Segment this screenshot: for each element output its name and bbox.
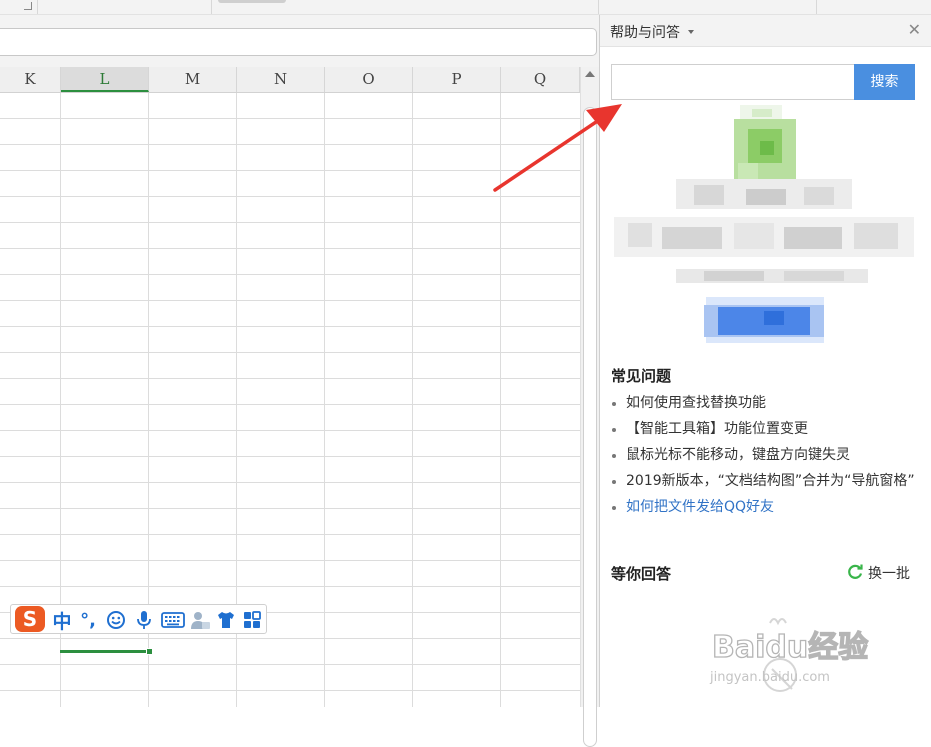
refresh-icon — [848, 564, 863, 579]
faq-item[interactable]: 鼠标光标不能移动，键盘方向键失灵 — [611, 445, 916, 466]
waiting-answers-heading: 等你回答 — [611, 565, 672, 583]
toolbar-separator — [211, 0, 212, 14]
grid-line-horizontal — [0, 690, 580, 691]
grid-line-horizontal — [0, 482, 580, 483]
skin-person-icon[interactable] — [189, 608, 211, 632]
grid-line-vertical — [412, 93, 413, 707]
grid-line-horizontal — [0, 170, 580, 171]
top-toolbar-strip — [0, 0, 931, 15]
refresh-batch-button[interactable]: 换一批 — [846, 563, 910, 583]
grid-line-horizontal — [0, 404, 580, 405]
close-icon[interactable]: ✕ — [908, 22, 921, 38]
toolbar-separator — [37, 0, 38, 14]
fill-handle[interactable] — [146, 648, 153, 655]
faq-item[interactable]: 如何使用查找替换功能 — [611, 393, 916, 414]
punctuation-toggle[interactable]: °, — [77, 608, 99, 632]
toolbar-separator — [816, 0, 817, 14]
column-header-m[interactable]: M — [149, 67, 237, 92]
keyboard-icon[interactable] — [160, 608, 186, 632]
grid-line-horizontal — [0, 248, 580, 249]
grid-line-horizontal — [0, 508, 580, 509]
column-header-p[interactable]: P — [413, 67, 501, 92]
column-header-q[interactable]: Q — [501, 67, 580, 92]
selected-cell-border — [60, 650, 149, 653]
search-button[interactable]: 搜索 — [854, 64, 915, 100]
refresh-label: 换一批 — [868, 566, 910, 582]
watermark-brand-text: Baidu经验 — [712, 630, 868, 665]
grid-line-horizontal — [0, 274, 580, 275]
panel-title[interactable]: 帮助与问答 — [610, 22, 680, 42]
sogou-logo-letter: S — [15, 606, 45, 632]
ime-toolbar[interactable]: S 中 °, — [10, 604, 267, 634]
help-panel: 帮助与问答 ✕ 搜索 常见问题 如何使用查找替换功能 【智能工具箱】功能位置变更… — [599, 15, 931, 707]
grid-line-horizontal — [0, 638, 580, 639]
panel-header: 帮助与问答 ✕ — [600, 15, 931, 47]
grid-line-horizontal — [0, 534, 580, 535]
grid-line-horizontal — [0, 326, 580, 327]
column-header-k[interactable]: K — [0, 67, 61, 92]
grid-line-vertical — [500, 93, 501, 707]
column-header-l[interactable]: L — [61, 67, 149, 92]
microphone-icon[interactable] — [133, 608, 155, 632]
scroll-up-icon[interactable] — [585, 71, 595, 77]
column-headers: K L M N O P Q — [0, 67, 580, 93]
grid-line-horizontal — [0, 352, 580, 353]
column-header-o[interactable]: O — [325, 67, 413, 92]
sheet-tab-indicator[interactable] — [218, 0, 286, 3]
grid-line-horizontal — [0, 300, 580, 301]
grid-line-horizontal — [0, 664, 580, 665]
toolbar-separator — [598, 0, 599, 14]
watermark-url-text: jingyan.baidu.com — [709, 670, 830, 685]
search-input[interactable] — [611, 64, 855, 100]
faq-list: 如何使用查找替换功能 【智能工具箱】功能位置变更 鼠标光标不能移动，键盘方向键失… — [611, 393, 916, 523]
faq-item[interactable]: 【智能工具箱】功能位置变更 — [611, 419, 916, 440]
sogou-logo-icon[interactable]: S — [13, 605, 47, 633]
grid-line-horizontal — [0, 118, 580, 119]
scrollbar-thumb[interactable] — [583, 107, 597, 747]
faq-item[interactable]: 2019新版本，“文档结构图”合并为“导航窗格” — [611, 471, 916, 492]
vertical-scrollbar[interactable] — [580, 67, 600, 747]
faq-item-link[interactable]: 如何把文件发给QQ好友 — [611, 497, 916, 518]
tshirt-icon[interactable] — [215, 608, 237, 632]
grid-line-horizontal — [0, 378, 580, 379]
grid-line-horizontal — [0, 144, 580, 145]
grid-line-horizontal — [0, 430, 580, 431]
emoji-icon[interactable] — [105, 608, 127, 632]
dialog-launcher-icon[interactable] — [24, 2, 32, 10]
column-header-n[interactable]: N — [237, 67, 325, 92]
ime-mode-toggle[interactable]: 中 — [51, 608, 73, 633]
faq-heading: 常见问题 — [611, 367, 672, 385]
grid-line-horizontal — [0, 560, 580, 561]
formula-bar[interactable] — [0, 28, 597, 56]
toolbox-grid-icon[interactable] — [241, 608, 263, 632]
chevron-down-icon[interactable] — [688, 30, 694, 34]
grid-line-horizontal — [0, 222, 580, 223]
grid-line-horizontal — [0, 196, 580, 197]
grid-line-horizontal — [0, 586, 580, 587]
grid-line-horizontal — [0, 456, 580, 457]
grid-line-vertical — [324, 93, 325, 707]
baidu-watermark: Baidu经验 jingyan.baidu.com — [709, 618, 869, 692]
pixelated-illustration — [614, 105, 914, 343]
